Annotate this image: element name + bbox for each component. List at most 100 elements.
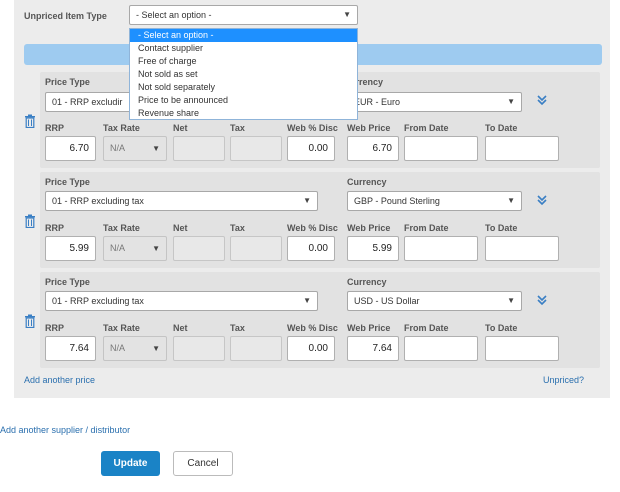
from-date-input[interactable] [404, 336, 478, 361]
to-date-label: To Date [485, 223, 518, 233]
caret-down-icon: ▼ [152, 244, 160, 253]
dropdown-option[interactable]: Free of charge [130, 55, 357, 68]
web-disc-input[interactable]: 0.00 [287, 136, 335, 161]
unpriced-item-type-dropdown: - Select an option - Contact supplier Fr… [129, 28, 358, 120]
to-date-input[interactable] [485, 336, 559, 361]
dropdown-option[interactable]: Price to be announced [130, 94, 357, 107]
add-supplier-link[interactable]: Add another supplier / distributor [0, 425, 130, 435]
currency-value: EUR - Euro [354, 97, 401, 107]
tax-input[interactable] [230, 136, 282, 161]
currency-value: GBP - Pound Sterling [354, 196, 440, 206]
double-chevron-down-icon[interactable] [536, 194, 548, 206]
price-type-select[interactable]: 01 - RRP excludir [45, 92, 135, 112]
rrp-label: RRP [45, 223, 65, 233]
caret-down-icon: ▼ [343, 10, 351, 19]
double-chevron-down-icon[interactable] [536, 94, 548, 106]
dropdown-option[interactable]: Not sold as set [130, 68, 357, 81]
tax-label: Tax [230, 223, 245, 233]
caret-down-icon: ▼ [507, 196, 515, 205]
unpriced-link[interactable]: Unpriced? [543, 375, 584, 385]
web-price-input[interactable]: 5.99 [347, 236, 399, 261]
currency-label: Currency [347, 177, 387, 187]
dropdown-option[interactable]: Not sold separately [130, 81, 357, 94]
caret-down-icon: ▼ [152, 344, 160, 353]
rrp-input[interactable]: 5.99 [45, 236, 96, 261]
tax-rate-value: N/A [110, 243, 126, 253]
web-disc-input[interactable]: 0.00 [287, 236, 335, 261]
tax-label: Tax [230, 323, 245, 333]
price-type-value: 01 - RRP excluding tax [52, 296, 144, 306]
trash-icon[interactable] [24, 114, 36, 128]
unpriced-item-type-value: - Select an option - [136, 10, 212, 20]
from-date-label: From Date [404, 223, 449, 233]
net-input[interactable] [173, 136, 225, 161]
tax-input[interactable] [230, 336, 282, 361]
web-disc-label: Web % Disc [287, 323, 338, 333]
tax-rate-label: Tax Rate [103, 223, 140, 233]
tax-rate-select[interactable]: N/A ▼ [103, 136, 167, 161]
from-date-label: From Date [404, 323, 449, 333]
web-price-input[interactable]: 6.70 [347, 136, 399, 161]
price-type-value: 01 - RRP excluding tax [52, 196, 144, 206]
to-date-label: To Date [485, 123, 518, 133]
tax-rate-select[interactable]: N/A ▼ [103, 236, 167, 261]
currency-select[interactable]: USD - US Dollar ▼ [347, 291, 522, 311]
dropdown-option[interactable]: - Select an option - [130, 29, 357, 42]
trash-icon[interactable] [24, 314, 36, 328]
add-another-price-link[interactable]: Add another price [24, 375, 95, 385]
web-disc-input[interactable]: 0.00 [287, 336, 335, 361]
cancel-button[interactable]: Cancel [173, 451, 233, 476]
price-type-value: 01 - RRP excludir [52, 97, 123, 107]
currency-select[interactable]: GBP - Pound Sterling ▼ [347, 191, 522, 211]
price-type-label: Price Type [45, 77, 90, 87]
price-type-label: Price Type [45, 277, 90, 287]
dropdown-option[interactable]: Revenue share [130, 107, 357, 120]
web-price-label: Web Price [347, 123, 391, 133]
unpriced-item-type-label: Unpriced Item Type [24, 11, 107, 21]
tax-rate-label: Tax Rate [103, 323, 140, 333]
tax-rate-label: Tax Rate [103, 123, 140, 133]
tax-rate-value: N/A [110, 143, 126, 153]
price-row-2: Price Type Currency 01 - RRP excluding t… [40, 172, 600, 268]
unpriced-item-type-select[interactable]: - Select an option - ▼ [129, 5, 358, 25]
rrp-input[interactable]: 6.70 [45, 136, 96, 161]
net-label: Net [173, 323, 188, 333]
tax-rate-select[interactable]: N/A ▼ [103, 336, 167, 361]
update-button[interactable]: Update [101, 451, 160, 476]
web-disc-label: Web % Disc [287, 223, 338, 233]
web-price-input[interactable]: 7.64 [347, 336, 399, 361]
caret-down-icon: ▼ [507, 296, 515, 305]
double-chevron-down-icon[interactable] [536, 294, 548, 306]
rrp-label: RRP [45, 123, 65, 133]
to-date-input[interactable] [485, 136, 559, 161]
web-disc-label: Web % Disc [287, 123, 338, 133]
currency-select[interactable]: EUR - Euro ▼ [347, 92, 522, 112]
price-type-select[interactable]: 01 - RRP excluding tax ▼ [45, 191, 318, 211]
from-date-input[interactable] [404, 236, 478, 261]
tax-rate-value: N/A [110, 343, 126, 353]
from-date-input[interactable] [404, 136, 478, 161]
net-input[interactable] [173, 336, 225, 361]
price-type-select[interactable]: 01 - RRP excluding tax ▼ [45, 291, 318, 311]
tax-label: Tax [230, 123, 245, 133]
to-date-input[interactable] [485, 236, 559, 261]
trash-icon[interactable] [24, 214, 36, 228]
tax-input[interactable] [230, 236, 282, 261]
to-date-label: To Date [485, 323, 518, 333]
rrp-label: RRP [45, 323, 65, 333]
caret-down-icon: ▼ [152, 144, 160, 153]
web-price-label: Web Price [347, 323, 391, 333]
rrp-input[interactable]: 7.64 [45, 336, 96, 361]
net-label: Net [173, 223, 188, 233]
caret-down-icon: ▼ [507, 97, 515, 106]
caret-down-icon: ▼ [303, 296, 311, 305]
from-date-label: From Date [404, 123, 449, 133]
web-price-label: Web Price [347, 223, 391, 233]
dropdown-option[interactable]: Contact supplier [130, 42, 357, 55]
price-type-label: Price Type [45, 177, 90, 187]
caret-down-icon: ▼ [303, 196, 311, 205]
currency-value: USD - US Dollar [354, 296, 420, 306]
price-row-3: Price Type Currency 01 - RRP excluding t… [40, 272, 600, 368]
net-input[interactable] [173, 236, 225, 261]
net-label: Net [173, 123, 188, 133]
